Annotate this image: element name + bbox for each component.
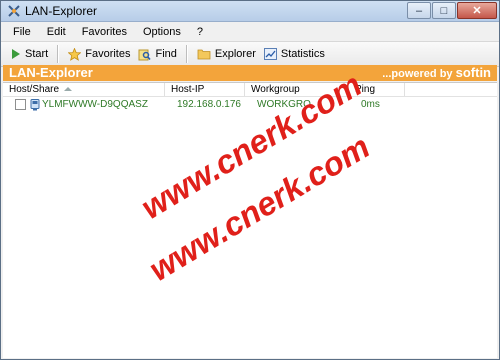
host-ip-cell: 192.168.0.176 — [177, 99, 241, 110]
folder-icon — [197, 49, 211, 60]
minimize-button[interactable]: – — [407, 2, 431, 19]
computer-icon — [30, 98, 40, 110]
window-title: LAN-Explorer — [25, 4, 98, 18]
banner-title: LAN-Explorer — [9, 65, 93, 80]
column-header-ip[interactable]: Host-IP — [165, 83, 245, 96]
star-icon — [68, 47, 82, 61]
menu-options[interactable]: Options — [135, 26, 189, 38]
menu-help[interactable]: ? — [189, 26, 211, 38]
find-label: Find — [155, 48, 177, 60]
brand-name: softin — [455, 65, 491, 80]
ping-cell: 0ms — [361, 99, 380, 110]
toolbar-separator — [185, 45, 188, 63]
menu-edit[interactable]: Edit — [39, 26, 74, 38]
play-icon — [12, 49, 20, 59]
menu-bar: File Edit Favorites Options ? — [1, 22, 499, 42]
host-list[interactable]: Host/Share Host-IP Workgroup Ping YLMFWW… — [3, 82, 497, 358]
app-banner: LAN-Explorer ...powered by softin — [3, 65, 497, 81]
start-label: Start — [25, 48, 49, 60]
powered-by-text: ...powered by — [382, 68, 453, 80]
close-button[interactable]: ✕ — [457, 2, 497, 19]
list-header: Host/Share Host-IP Workgroup Ping — [3, 83, 497, 97]
sort-ascending-icon — [64, 87, 73, 92]
window-controls: – □ ✕ — [406, 2, 497, 19]
menu-favorites[interactable]: Favorites — [74, 26, 135, 38]
find-button[interactable]: Find — [134, 44, 180, 64]
toolbar-separator — [57, 45, 60, 63]
explorer-button[interactable]: Explorer — [193, 44, 260, 64]
column-header-host[interactable]: Host/Share — [3, 83, 165, 96]
column-header-workgroup[interactable]: Workgroup — [245, 83, 349, 96]
favorites-button[interactable]: Favorites — [64, 44, 134, 64]
row-checkbox[interactable] — [15, 99, 26, 110]
start-button[interactable]: Start — [7, 44, 52, 64]
menu-file[interactable]: File — [5, 26, 39, 38]
app-icon — [8, 5, 20, 17]
explorer-label: Explorer — [214, 48, 256, 60]
toolbar: Start Favorites Find Explorer Statistics — [1, 42, 499, 67]
workgroup-cell: WORKGRO — [257, 99, 311, 110]
app-window: LAN-Explorer – □ ✕ File Edit Favorites O… — [0, 0, 500, 360]
maximize-button[interactable]: □ — [432, 2, 456, 19]
statistics-label: Statistics — [280, 48, 325, 60]
table-row[interactable]: YLMFWWW-D9QQASZ 192.168.0.176 WORKGRO 0m… — [3, 97, 497, 112]
favorites-label: Favorites — [85, 48, 131, 60]
statistics-button[interactable]: Statistics — [260, 44, 329, 64]
title-bar[interactable]: LAN-Explorer – □ ✕ — [1, 1, 499, 22]
column-header-ping[interactable]: Ping — [349, 83, 405, 96]
host-name-cell: YLMFWWW-D9QQASZ — [42, 99, 148, 110]
chart-icon — [263, 48, 277, 60]
banner-powered-by: ...powered by softin — [382, 65, 491, 82]
find-icon — [138, 49, 152, 60]
